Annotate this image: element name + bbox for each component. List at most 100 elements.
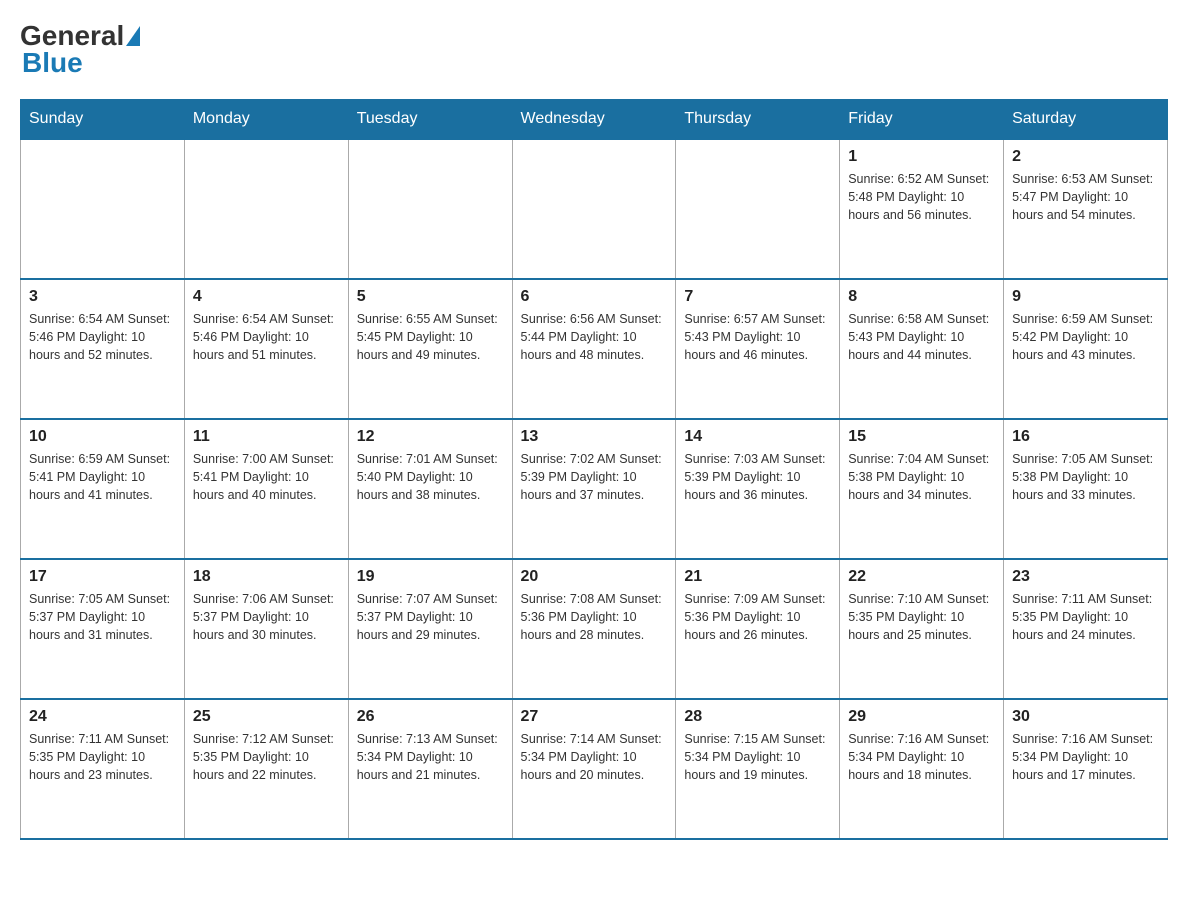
day-info: Sunrise: 6:59 AM Sunset: 5:41 PM Dayligh… <box>29 450 176 504</box>
day-info: Sunrise: 6:59 AM Sunset: 5:42 PM Dayligh… <box>1012 310 1159 364</box>
calendar-cell: 22 Sunrise: 7:10 AM Sunset: 5:35 PM Dayli… <box>840 559 1004 699</box>
calendar-week-row: 24 Sunrise: 7:11 AM Sunset: 5:35 PM Dayli… <box>21 699 1168 839</box>
calendar-cell: 20 Sunrise: 7:08 AM Sunset: 5:36 PM Dayli… <box>512 559 676 699</box>
day-number: 24 <box>29 708 176 726</box>
calendar-cell: 17 Sunrise: 7:05 AM Sunset: 5:37 PM Dayli… <box>21 559 185 699</box>
day-number: 17 <box>29 568 176 586</box>
calendar-cell: 3 Sunrise: 6:54 AM Sunset: 5:46 PM Daylig… <box>21 279 185 419</box>
day-number: 4 <box>193 288 340 306</box>
day-number: 15 <box>848 428 995 446</box>
calendar-table: SundayMondayTuesdayWednesdayThursdayFrid… <box>20 99 1168 840</box>
calendar-cell: 29Sunrise: 7:16 AM Sunset: 5:34 PM Dayli… <box>840 699 1004 839</box>
day-number: 25 <box>193 708 340 726</box>
day-number: 19 <box>357 568 504 586</box>
calendar-cell <box>348 139 512 279</box>
day-info: Sunrise: 7:09 AM Sunset: 5:36 PM Dayligh… <box>684 590 831 644</box>
day-number: 16 <box>1012 428 1159 446</box>
calendar-cell: 19 Sunrise: 7:07 AM Sunset: 5:37 PM Dayli… <box>348 559 512 699</box>
logo-triangle-icon <box>126 26 140 46</box>
day-number: 8 <box>848 288 995 306</box>
day-info: Sunrise: 7:11 AM Sunset: 5:35 PM Dayligh… <box>1012 590 1159 644</box>
calendar-cell <box>676 139 840 279</box>
day-number: 2 <box>1012 148 1159 166</box>
day-number: 18 <box>193 568 340 586</box>
day-info: Sunrise: 7:07 AM Sunset: 5:37 PM Dayligh… <box>357 590 504 644</box>
calendar-cell: 11Sunrise: 7:00 AM Sunset: 5:41 PM Dayli… <box>184 419 348 559</box>
day-number: 30 <box>1012 708 1159 726</box>
day-info: Sunrise: 7:06 AM Sunset: 5:37 PM Dayligh… <box>193 590 340 644</box>
day-number: 9 <box>1012 288 1159 306</box>
day-info: Sunrise: 6:58 AM Sunset: 5:43 PM Dayligh… <box>848 310 995 364</box>
day-of-week-header: Monday <box>184 100 348 140</box>
calendar-cell: 9 Sunrise: 6:59 AM Sunset: 5:42 PM Daylig… <box>1004 279 1168 419</box>
day-info: Sunrise: 7:03 AM Sunset: 5:39 PM Dayligh… <box>684 450 831 504</box>
calendar-cell: 27Sunrise: 7:14 AM Sunset: 5:34 PM Dayli… <box>512 699 676 839</box>
day-of-week-header: Friday <box>840 100 1004 140</box>
day-number: 26 <box>357 708 504 726</box>
calendar-cell <box>21 139 185 279</box>
day-info: Sunrise: 6:53 AM Sunset: 5:47 PM Dayligh… <box>1012 170 1159 224</box>
calendar-cell: 12 Sunrise: 7:01 AM Sunset: 5:40 PM Dayli… <box>348 419 512 559</box>
day-number: 28 <box>684 708 831 726</box>
page-header: General Blue <box>20 20 1168 79</box>
calendar-cell: 18 Sunrise: 7:06 AM Sunset: 5:37 PM Dayli… <box>184 559 348 699</box>
calendar-week-row: 10Sunrise: 6:59 AM Sunset: 5:41 PM Dayli… <box>21 419 1168 559</box>
calendar-week-row: 3 Sunrise: 6:54 AM Sunset: 5:46 PM Daylig… <box>21 279 1168 419</box>
day-number: 3 <box>29 288 176 306</box>
calendar-cell: 14 Sunrise: 7:03 AM Sunset: 5:39 PM Dayli… <box>676 419 840 559</box>
calendar-cell: 26 Sunrise: 7:13 AM Sunset: 5:34 PM Dayli… <box>348 699 512 839</box>
day-info: Sunrise: 6:57 AM Sunset: 5:43 PM Dayligh… <box>684 310 831 364</box>
day-number: 21 <box>684 568 831 586</box>
calendar-cell: 2 Sunrise: 6:53 AM Sunset: 5:47 PM Daylig… <box>1004 139 1168 279</box>
logo-blue-text: Blue <box>20 47 83 79</box>
day-info: Sunrise: 6:54 AM Sunset: 5:46 PM Dayligh… <box>193 310 340 364</box>
calendar-cell: 24 Sunrise: 7:11 AM Sunset: 5:35 PM Dayli… <box>21 699 185 839</box>
calendar-cell: 1 Sunrise: 6:52 AM Sunset: 5:48 PM Daylig… <box>840 139 1004 279</box>
calendar-cell: 21 Sunrise: 7:09 AM Sunset: 5:36 PM Dayli… <box>676 559 840 699</box>
day-info: Sunrise: 6:56 AM Sunset: 5:44 PM Dayligh… <box>521 310 668 364</box>
day-info: Sunrise: 7:15 AM Sunset: 5:34 PM Dayligh… <box>684 730 831 784</box>
day-info: Sunrise: 6:52 AM Sunset: 5:48 PM Dayligh… <box>848 170 995 224</box>
day-info: Sunrise: 7:08 AM Sunset: 5:36 PM Dayligh… <box>521 590 668 644</box>
calendar-cell: 30 Sunrise: 7:16 AM Sunset: 5:34 PM Dayli… <box>1004 699 1168 839</box>
calendar-cell: 15 Sunrise: 7:04 AM Sunset: 5:38 PM Dayli… <box>840 419 1004 559</box>
day-number: 23 <box>1012 568 1159 586</box>
calendar-cell: 5 Sunrise: 6:55 AM Sunset: 5:45 PM Daylig… <box>348 279 512 419</box>
calendar-cell <box>184 139 348 279</box>
day-info: Sunrise: 7:05 AM Sunset: 5:38 PM Dayligh… <box>1012 450 1159 504</box>
day-of-week-header: Thursday <box>676 100 840 140</box>
calendar-cell: 10Sunrise: 6:59 AM Sunset: 5:41 PM Dayli… <box>21 419 185 559</box>
day-info: Sunrise: 7:16 AM Sunset: 5:34 PM Dayligh… <box>1012 730 1159 784</box>
calendar-cell <box>512 139 676 279</box>
calendar-cell: 16 Sunrise: 7:05 AM Sunset: 5:38 PM Dayli… <box>1004 419 1168 559</box>
day-of-week-header: Sunday <box>21 100 185 140</box>
calendar-cell: 6 Sunrise: 6:56 AM Sunset: 5:44 PM Daylig… <box>512 279 676 419</box>
day-of-week-header: Wednesday <box>512 100 676 140</box>
calendar-cell: 8 Sunrise: 6:58 AM Sunset: 5:43 PM Daylig… <box>840 279 1004 419</box>
day-of-week-header: Saturday <box>1004 100 1168 140</box>
day-info: Sunrise: 7:11 AM Sunset: 5:35 PM Dayligh… <box>29 730 176 784</box>
day-number: 22 <box>848 568 995 586</box>
day-info: Sunrise: 7:04 AM Sunset: 5:38 PM Dayligh… <box>848 450 995 504</box>
calendar-week-row: 1 Sunrise: 6:52 AM Sunset: 5:48 PM Daylig… <box>21 139 1168 279</box>
day-info: Sunrise: 7:01 AM Sunset: 5:40 PM Dayligh… <box>357 450 504 504</box>
day-number: 1 <box>848 148 995 166</box>
day-info: Sunrise: 6:55 AM Sunset: 5:45 PM Dayligh… <box>357 310 504 364</box>
logo: General Blue <box>20 20 142 79</box>
day-info: Sunrise: 7:13 AM Sunset: 5:34 PM Dayligh… <box>357 730 504 784</box>
day-info: Sunrise: 6:54 AM Sunset: 5:46 PM Dayligh… <box>29 310 176 364</box>
calendar-header-row: SundayMondayTuesdayWednesdayThursdayFrid… <box>21 100 1168 140</box>
day-number: 6 <box>521 288 668 306</box>
day-number: 11 <box>193 428 340 446</box>
calendar-cell: 28 Sunrise: 7:15 AM Sunset: 5:34 PM Dayli… <box>676 699 840 839</box>
day-number: 20 <box>521 568 668 586</box>
day-number: 7 <box>684 288 831 306</box>
calendar-week-row: 17 Sunrise: 7:05 AM Sunset: 5:37 PM Dayli… <box>21 559 1168 699</box>
day-number: 12 <box>357 428 504 446</box>
day-info: Sunrise: 7:05 AM Sunset: 5:37 PM Dayligh… <box>29 590 176 644</box>
day-number: 14 <box>684 428 831 446</box>
day-info: Sunrise: 7:02 AM Sunset: 5:39 PM Dayligh… <box>521 450 668 504</box>
day-info: Sunrise: 7:10 AM Sunset: 5:35 PM Dayligh… <box>848 590 995 644</box>
day-info: Sunrise: 7:16 AM Sunset: 5:34 PM Dayligh… <box>848 730 995 784</box>
day-number: 5 <box>357 288 504 306</box>
